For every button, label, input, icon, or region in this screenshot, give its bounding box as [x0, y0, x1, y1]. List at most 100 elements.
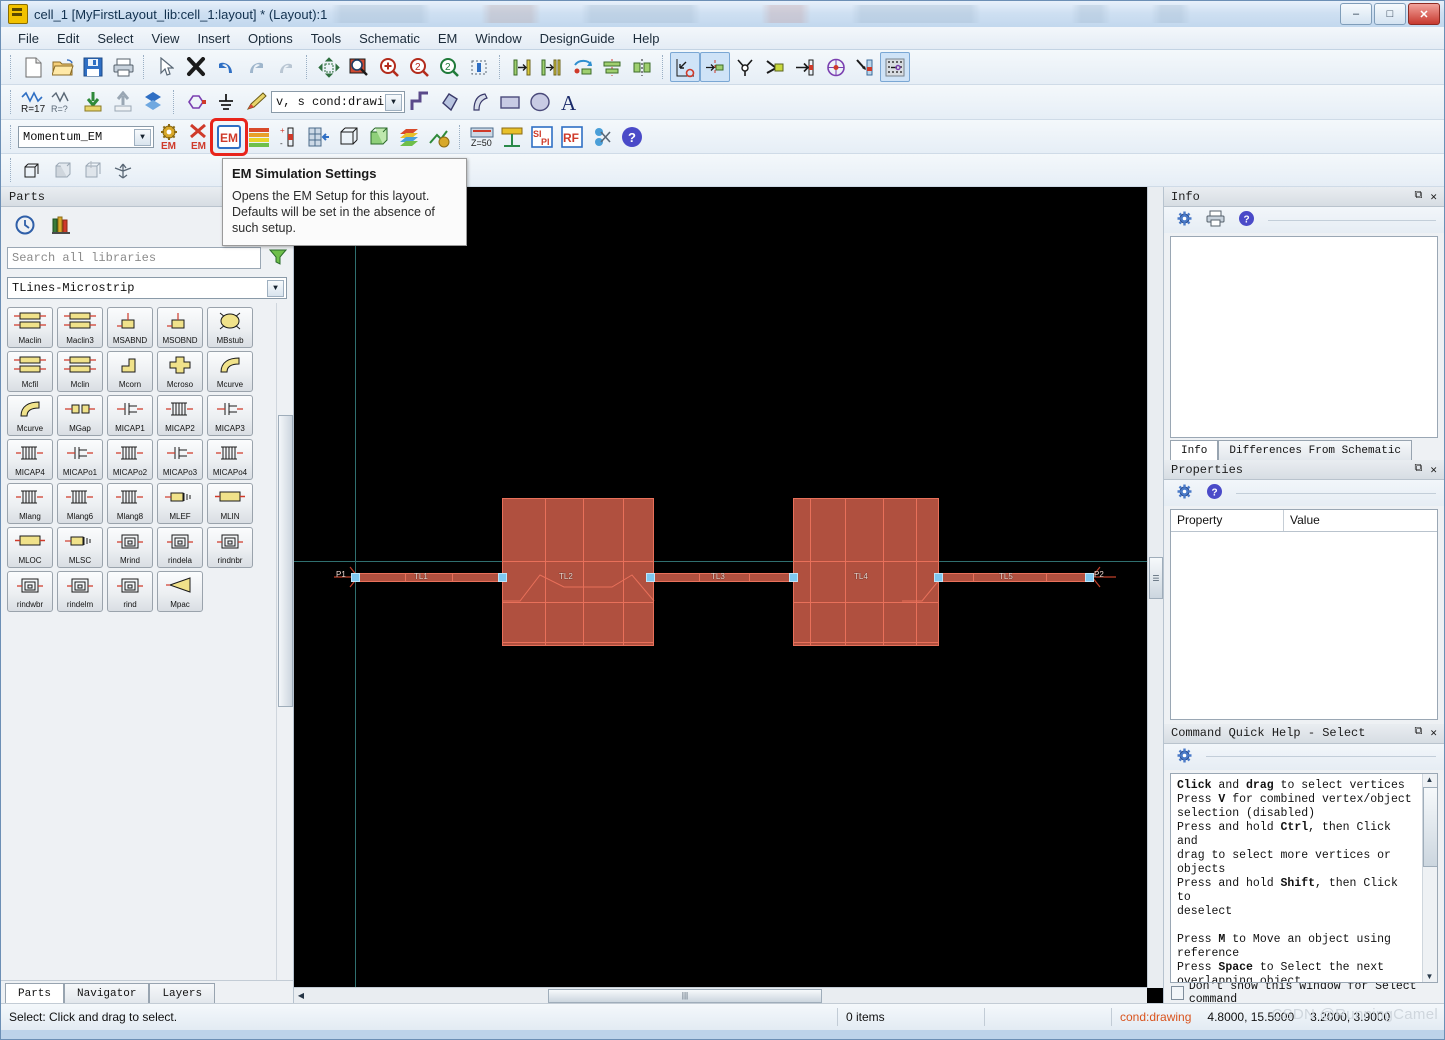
- export-up-icon[interactable]: [108, 87, 138, 117]
- menu-view[interactable]: View: [143, 29, 189, 48]
- part-item[interactable]: Mcroso: [157, 351, 203, 392]
- port-editor-icon[interactable]: + -: [274, 122, 304, 152]
- quickhelp-content[interactable]: Click and drag to select vertices Press V…: [1170, 772, 1438, 983]
- part-item[interactable]: MICAPo3: [157, 439, 203, 480]
- part-item[interactable]: Mpac: [157, 571, 203, 612]
- properties-dock-close-icon[interactable]: ✕: [1430, 463, 1437, 477]
- menu-select[interactable]: Select: [88, 29, 142, 48]
- menu-insert[interactable]: Insert: [188, 29, 239, 48]
- em-setup-combo[interactable]: Momentum_EM ▼: [18, 125, 154, 148]
- maximize-button[interactable]: □: [1374, 3, 1406, 25]
- menu-window[interactable]: Window: [466, 29, 530, 48]
- redo-all-icon[interactable]: [271, 52, 301, 82]
- menu-edit[interactable]: Edit: [48, 29, 88, 48]
- clock-icon[interactable]: [15, 215, 35, 238]
- part-item[interactable]: MLIN: [207, 483, 253, 524]
- search-input[interactable]: Search all libraries: [7, 247, 261, 269]
- scroll-left-icon[interactable]: ◀: [294, 989, 308, 1002]
- gear-icon[interactable]: [1176, 747, 1193, 767]
- transmission-line-icon[interactable]: [497, 122, 527, 152]
- part-item[interactable]: rind: [107, 571, 153, 612]
- part-item[interactable]: MICAP4: [7, 439, 53, 480]
- canvas-hscrollbar-thumb[interactable]: |||: [548, 988, 822, 1003]
- menu-options[interactable]: Options: [239, 29, 302, 48]
- library-icon[interactable]: [51, 215, 71, 238]
- set-resistance-icon[interactable]: R=17: [18, 87, 48, 117]
- part-item[interactable]: MLEF: [157, 483, 203, 524]
- canvas-vscrollbar-thumb[interactable]: ☰: [1149, 557, 1163, 599]
- part-item[interactable]: Maclin3: [57, 307, 103, 348]
- select-arrow-icon[interactable]: [151, 52, 181, 82]
- part-item[interactable]: MSOBND: [157, 307, 203, 348]
- insert-pin-icon[interactable]: [700, 52, 730, 82]
- insert-grid-point-icon[interactable]: [880, 52, 910, 82]
- 3d-preview-icon[interactable]: [18, 155, 48, 185]
- impedance-icon[interactable]: Z=50: [467, 122, 497, 152]
- insert-vertex-icon[interactable]: [730, 52, 760, 82]
- insert-layer-port-icon[interactable]: [850, 52, 880, 82]
- new-icon[interactable]: [18, 52, 48, 82]
- 3d-view-wire-icon[interactable]: [334, 122, 364, 152]
- text-icon[interactable]: A: [555, 87, 585, 117]
- help-icon[interactable]: ?: [1206, 483, 1223, 503]
- vertex-node[interactable]: [646, 573, 655, 582]
- insert-pin-shape-icon[interactable]: [181, 87, 211, 117]
- part-item[interactable]: Mlang: [7, 483, 53, 524]
- menu-designguide[interactable]: DesignGuide: [531, 29, 624, 48]
- part-item[interactable]: MICAP1: [107, 395, 153, 436]
- minimize-button[interactable]: –: [1340, 3, 1372, 25]
- chevron-down-icon[interactable]: ▼: [134, 128, 151, 146]
- delete-icon[interactable]: [181, 52, 211, 82]
- part-item[interactable]: MLSC: [57, 527, 103, 568]
- chevron-down-icon[interactable]: ▼: [267, 280, 284, 297]
- tab-navigator[interactable]: Navigator: [64, 983, 150, 1003]
- vertex-node[interactable]: [1085, 573, 1094, 582]
- pencil-icon[interactable]: [241, 87, 271, 117]
- quickhelp-dock-float-icon[interactable]: ⧉: [1415, 726, 1423, 740]
- rf-icon[interactable]: RF: [557, 122, 587, 152]
- part-item[interactable]: MBstub: [207, 307, 253, 348]
- undo-icon[interactable]: [211, 52, 241, 82]
- part-item[interactable]: Mcurve: [207, 351, 253, 392]
- part-item[interactable]: MICAP2: [157, 395, 203, 436]
- import-down-icon[interactable]: [78, 87, 108, 117]
- 3d-layers-icon[interactable]: [394, 122, 424, 152]
- part-item[interactable]: rindelm: [57, 571, 103, 612]
- em-settings-gear-icon[interactable]: EM: [154, 122, 184, 152]
- scroll-down-icon[interactable]: ▼: [1423, 970, 1436, 982]
- layer-select-combo[interactable]: v, s cond:drawing ▼: [271, 91, 405, 113]
- part-item[interactable]: MSABND: [107, 307, 153, 348]
- insert-circle-port-icon[interactable]: [820, 52, 850, 82]
- vertex-node[interactable]: [351, 573, 360, 582]
- part-item[interactable]: Mlang8: [107, 483, 153, 524]
- tab-layers[interactable]: Layers: [149, 983, 216, 1003]
- 3d-solid-gray-icon[interactable]: [48, 155, 78, 185]
- polyline-icon[interactable]: [405, 87, 435, 117]
- insert-port-icon[interactable]: [790, 52, 820, 82]
- zoom-area-icon[interactable]: [344, 52, 374, 82]
- part-item[interactable]: MICAPo1: [57, 439, 103, 480]
- menu-schematic[interactable]: Schematic: [350, 29, 429, 48]
- rectangle-icon[interactable]: [495, 87, 525, 117]
- part-item[interactable]: Mcfil: [7, 351, 53, 392]
- quickhelp-dont-show-row[interactable]: Don't show this window for Select comman…: [1164, 980, 1444, 1006]
- layout-canvas[interactable]: TL1 TL2 TL3 TL4 TL5 P1 P2: [294, 187, 1163, 1003]
- align-center-icon[interactable]: [597, 52, 627, 82]
- tab-differences-from-schematic[interactable]: Differences From Schematic: [1218, 440, 1413, 460]
- trace-tl5[interactable]: [938, 573, 1090, 582]
- snap-to-grid-icon[interactable]: [537, 52, 567, 82]
- menu-em[interactable]: EM: [429, 29, 467, 48]
- set-resistance-alt-icon[interactable]: R=?: [48, 87, 78, 117]
- circle-icon[interactable]: [525, 87, 555, 117]
- help-icon[interactable]: ?: [1238, 210, 1255, 230]
- zoom-out-2x-icon[interactable]: 2: [434, 52, 464, 82]
- origin-tool-icon[interactable]: [670, 52, 700, 82]
- part-item[interactable]: MICAPo2: [107, 439, 153, 480]
- canvas-vscrollbar[interactable]: ☰: [1147, 187, 1163, 988]
- dont-show-checkbox[interactable]: [1171, 986, 1184, 1000]
- info-dock-float-icon[interactable]: ⧉: [1415, 190, 1423, 204]
- insert-component-icon[interactable]: [760, 52, 790, 82]
- part-item[interactable]: MICAPo4: [207, 439, 253, 480]
- tab-info[interactable]: Info: [1170, 440, 1219, 460]
- part-item[interactable]: rindela: [157, 527, 203, 568]
